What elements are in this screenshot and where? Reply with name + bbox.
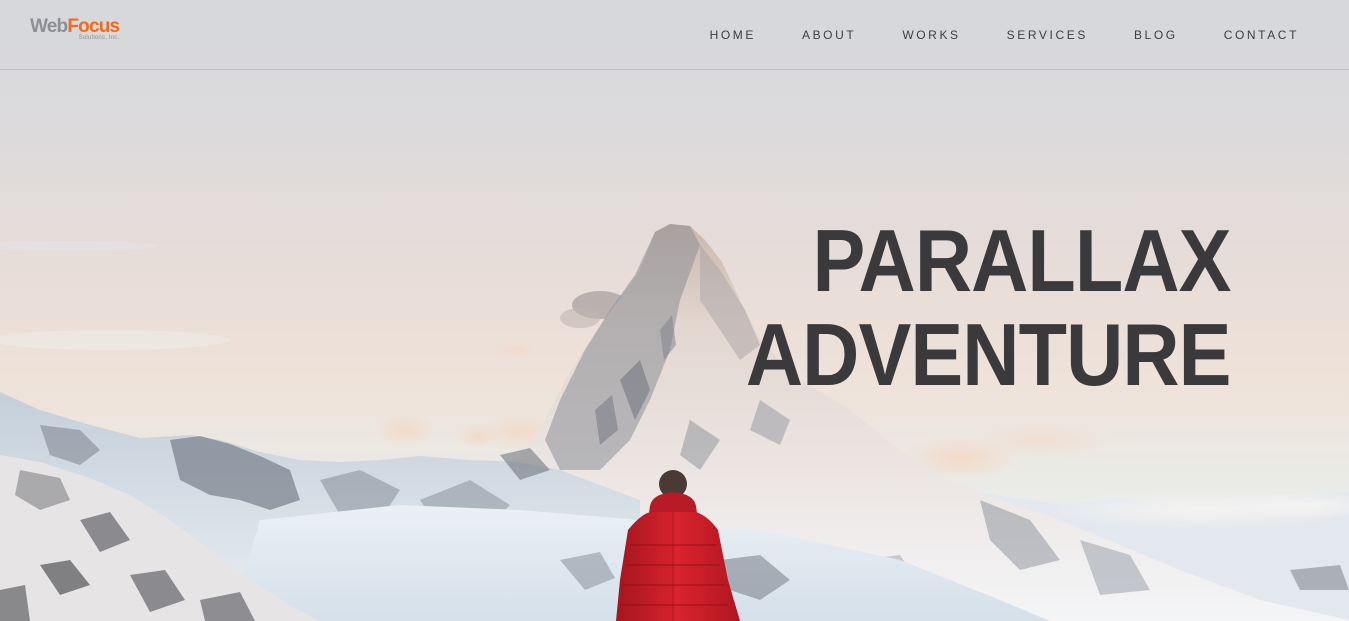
nav-blog[interactable]: BLOG (1134, 28, 1178, 42)
nav-home[interactable]: HOME (710, 28, 756, 42)
hero-headline: PARALLAX ADVENTURE (692, 211, 1232, 404)
logo-word-web: Web (30, 16, 68, 37)
nav-contact[interactable]: CONTACT (1224, 28, 1299, 42)
logo-wordmark: WebFocus (30, 16, 120, 37)
hero-title-line-1: PARALLAX (812, 211, 1232, 310)
hero-section: WebFocus Solutions, Inc. HOME ABOUT WORK… (0, 0, 1349, 621)
hero-title-line-2: ADVENTURE (746, 305, 1232, 404)
nav-services[interactable]: SERVICES (1007, 28, 1088, 42)
nav-about[interactable]: ABOUT (802, 28, 856, 42)
site-header: WebFocus Solutions, Inc. HOME ABOUT WORK… (0, 0, 1349, 70)
logo-word-focus: Focus (67, 16, 120, 37)
logo[interactable]: WebFocus Solutions, Inc. (30, 16, 120, 42)
main-nav: HOME ABOUT WORKS SERVICES BLOG CONTACT (710, 0, 1349, 69)
nav-works[interactable]: WORKS (902, 28, 960, 42)
